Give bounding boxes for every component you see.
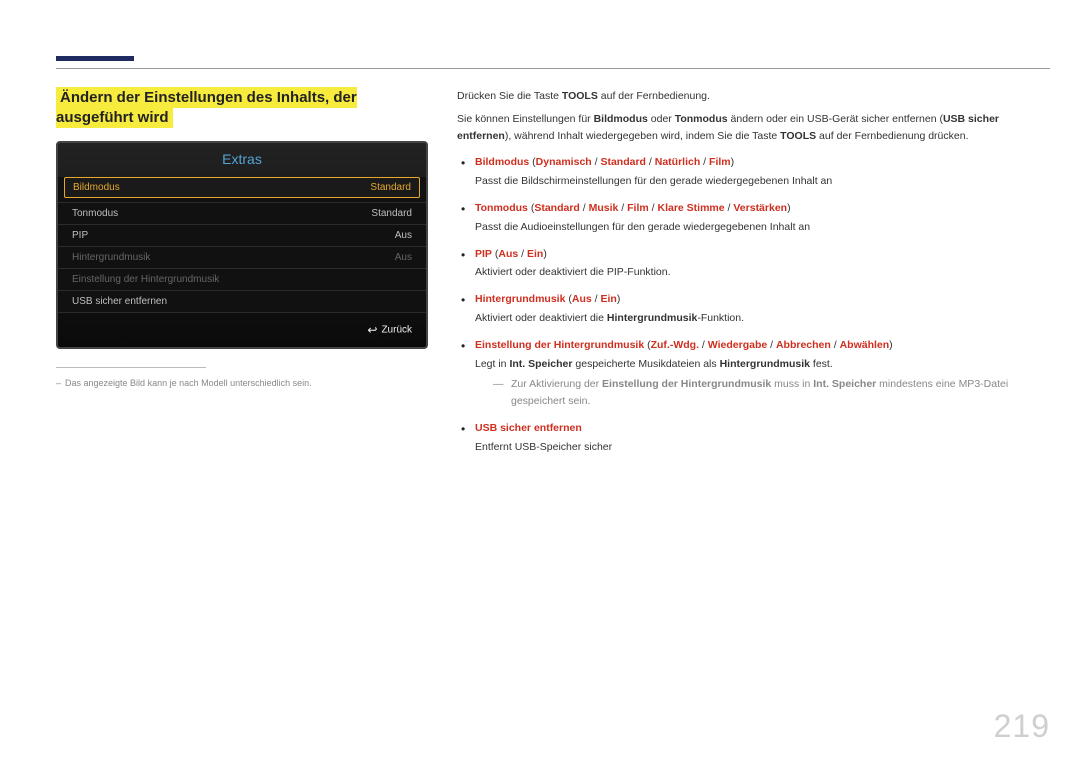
opt: Film <box>709 156 731 168</box>
text: Drücken Sie die Taste <box>457 90 562 102</box>
text-bold: TOOLS <box>562 90 598 102</box>
text: Sie können Einstellungen für <box>457 113 594 125</box>
text: fest. <box>810 358 833 370</box>
item-usb-entfernen: USB sicher entfernen Entfernt USB-Speich… <box>457 420 1050 456</box>
item-title: Bildmodus <box>475 156 529 168</box>
text: ), während Inhalt wiedergegeben wird, in… <box>505 130 780 142</box>
osd-title: Extras <box>58 143 426 173</box>
dash-icon: – <box>56 378 61 388</box>
text-bold: TOOLS <box>780 130 816 142</box>
text: auf der Fernbedienung drücken. <box>816 130 968 142</box>
item-desc: Aktiviert oder deaktiviert die Hintergru… <box>475 310 1050 327</box>
opt: Zuf.-Wdg. <box>651 339 699 351</box>
opt: Standard <box>534 202 580 214</box>
intro-line-1: Drücken Sie die Taste TOOLS auf der Fern… <box>457 88 1050 105</box>
osd-row-label: Tonmodus <box>72 208 118 219</box>
osd-row-label: USB sicher entfernen <box>72 296 167 307</box>
return-icon <box>367 324 381 335</box>
text-bold: Int. Speicher <box>509 358 572 370</box>
osd-row-bildmodus[interactable]: Bildmodus Standard <box>64 177 420 198</box>
item-einstellung-hgm: Einstellung der Hintergrundmusik (Zuf.-W… <box>457 337 1050 410</box>
osd-row-usb-entfernen[interactable]: USB sicher entfernen <box>58 290 426 312</box>
item-desc: Aktiviert oder deaktiviert die PIP-Funkt… <box>475 264 1050 281</box>
opt: Ein <box>600 293 616 305</box>
item-title: Tonmodus <box>475 202 528 214</box>
footnote: –Das angezeigte Bild kann je nach Modell… <box>56 378 429 388</box>
osd-footer: Zurück <box>58 312 426 347</box>
text: -Funktion. <box>697 312 744 324</box>
opt: Dynamisch <box>536 156 592 168</box>
osd-row-label: Einstellung der Hintergrundmusik <box>72 274 219 285</box>
osd-body: Bildmodus Standard Tonmodus Standard PIP… <box>58 177 426 312</box>
opt: Abbrechen <box>776 339 831 351</box>
text-bold: Einstellung der Hintergrundmusik <box>602 378 771 390</box>
opt: Musik <box>589 202 619 214</box>
text: muss in <box>771 378 813 390</box>
page-number: 219 <box>994 708 1050 745</box>
osd-row-label: PIP <box>72 230 88 241</box>
item-bildmodus: Bildmodus (Dynamisch / Standard / Natürl… <box>457 154 1050 190</box>
osd-panel: Extras Bildmodus Standard Tonmodus Stand… <box>56 141 428 349</box>
opt: Abwählen <box>840 339 890 351</box>
text: ändern oder ein USB-Gerät sicher entfern… <box>728 113 943 125</box>
opt: Wiedergabe <box>708 339 767 351</box>
text: Zur Aktivierung der <box>511 378 602 390</box>
osd-row-label: Hintergrundmusik <box>72 252 150 263</box>
header-accent <box>56 56 134 61</box>
item-desc: Entfernt USB-Speicher sicher <box>475 439 1050 456</box>
text-bold: Int. Speicher <box>813 378 876 390</box>
item-desc: Passt die Bildschirmeinstellungen für de… <box>475 173 1050 190</box>
item-desc: Legt in Int. Speicher gespeicherte Musik… <box>475 356 1050 373</box>
text: auf der Fernbedienung. <box>598 90 710 102</box>
osd-footer-label: Zurück <box>381 324 412 335</box>
item-desc: Passt die Audioeinstellungen für den ger… <box>475 219 1050 236</box>
item-title: PIP <box>475 248 492 260</box>
osd-row-tonmodus[interactable]: Tonmodus Standard <box>58 202 426 224</box>
text: oder <box>648 113 675 125</box>
item-title: Hintergrundmusik <box>475 293 565 305</box>
opt: Verstärken <box>733 202 787 214</box>
footnote-text: Das angezeigte Bild kann je nach Modell … <box>65 378 312 388</box>
item-pip: PIP (Aus / Ein) Aktiviert oder deaktivie… <box>457 246 1050 282</box>
opt: Film <box>627 202 649 214</box>
osd-row-einstellung-hgm[interactable]: Einstellung der Hintergrundmusik <box>58 268 426 290</box>
osd-row-hintergrundmusik[interactable]: Hintergrundmusik Aus <box>58 246 426 268</box>
footnote-divider <box>56 367 206 368</box>
opt: Standard <box>600 156 646 168</box>
osd-row-value: Aus <box>395 230 412 241</box>
osd-row-value: Aus <box>395 252 412 263</box>
osd-row-pip[interactable]: PIP Aus <box>58 224 426 246</box>
opt: Aus <box>572 293 592 305</box>
osd-row-value: Standard <box>371 208 412 219</box>
osd-row-value: Standard <box>370 182 411 193</box>
intro-line-2: Sie können Einstellungen für Bildmodus o… <box>457 111 1050 145</box>
opt: Ein <box>527 248 543 260</box>
text-bold: Tonmodus <box>675 113 728 125</box>
header-divider <box>56 68 1050 69</box>
item-note: Zur Aktivierung der Einstellung der Hint… <box>493 376 1050 410</box>
item-tonmodus: Tonmodus (Standard / Musik / Film / Klar… <box>457 200 1050 236</box>
text: Legt in <box>475 358 509 370</box>
item-hgm: Hintergrundmusik (Aus / Ein) Aktiviert o… <box>457 291 1050 327</box>
text-bold: Hintergrundmusik <box>720 358 810 370</box>
text: Aktiviert oder deaktiviert die <box>475 312 607 324</box>
opt: Natürlich <box>655 156 701 168</box>
text-bold: Bildmodus <box>594 113 648 125</box>
opt: Aus <box>498 248 518 260</box>
osd-row-label: Bildmodus <box>73 182 120 193</box>
section-heading: Ändern der Einstellungen des Inhalts, de… <box>56 87 357 128</box>
text: gespeicherte Musikdateien als <box>572 358 719 370</box>
opt: Klare Stimme <box>657 202 724 214</box>
item-title: USB sicher entfernen <box>475 422 582 434</box>
text-bold: Hintergrundmusik <box>607 312 697 324</box>
item-title: Einstellung der Hintergrundmusik <box>475 339 644 351</box>
